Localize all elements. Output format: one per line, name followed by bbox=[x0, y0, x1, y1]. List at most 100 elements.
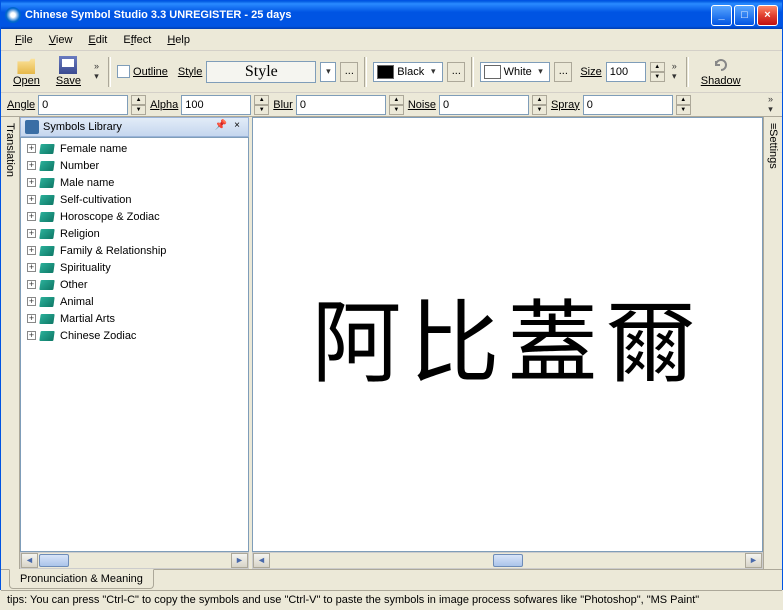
toolbar-overflow-1[interactable]: »▾ bbox=[91, 61, 102, 82]
menu-view[interactable]: View bbox=[41, 31, 81, 49]
close-button[interactable]: × bbox=[757, 5, 778, 26]
menu-edit[interactable]: Edit bbox=[80, 31, 115, 49]
tree-item[interactable]: + Spirituality bbox=[23, 259, 246, 276]
expand-icon[interactable]: + bbox=[27, 331, 36, 340]
toolbar-overflow-3[interactable]: »▾ bbox=[765, 94, 776, 115]
open-folder-icon bbox=[17, 56, 35, 74]
save-disk-icon bbox=[59, 56, 77, 74]
tree-item-label: Spirituality bbox=[60, 262, 111, 274]
expand-icon[interactable]: + bbox=[27, 297, 36, 306]
panel-close-button[interactable]: × bbox=[230, 120, 244, 134]
blur-spinner[interactable]: ▲▼ bbox=[389, 95, 404, 115]
tree-item-label: Male name bbox=[60, 177, 114, 189]
tree-item-label: Horoscope & Zodiac bbox=[60, 211, 160, 223]
expand-icon[interactable]: + bbox=[27, 178, 36, 187]
noise-label: Noise bbox=[408, 99, 436, 111]
book-icon bbox=[40, 160, 56, 172]
pronunciation-tab[interactable]: Pronunciation & Meaning bbox=[9, 569, 154, 589]
tree-item[interactable]: +Martial Arts bbox=[23, 310, 246, 327]
blur-label: Blur bbox=[273, 99, 293, 111]
expand-icon[interactable]: + bbox=[27, 195, 36, 204]
spray-input[interactable]: 0 bbox=[583, 95, 673, 115]
expand-icon[interactable]: + bbox=[27, 229, 36, 238]
tree-item-label: Family & Relationship bbox=[60, 245, 166, 257]
toolbar-overflow-2[interactable]: »▾ bbox=[669, 61, 680, 82]
expand-icon[interactable]: + bbox=[27, 280, 36, 289]
color2-more-button[interactable]: ... bbox=[554, 62, 572, 82]
save-label: Save bbox=[56, 75, 81, 87]
tree-item[interactable]: +Chinese Zodiac bbox=[23, 327, 246, 344]
noise-input[interactable]: 0 bbox=[439, 95, 529, 115]
tree-item[interactable]: + Other bbox=[23, 276, 246, 293]
size-label: Size bbox=[580, 66, 601, 78]
style-dropdown[interactable]: ▾ bbox=[320, 62, 336, 82]
alpha-label: Alpha bbox=[150, 99, 178, 111]
scroll-right-button[interactable]: ► bbox=[231, 553, 248, 568]
scroll-thumb[interactable] bbox=[493, 554, 523, 567]
book-icon bbox=[40, 194, 56, 206]
scroll-left-button[interactable]: ◄ bbox=[21, 553, 38, 568]
style-more-button[interactable]: ... bbox=[340, 62, 358, 82]
minimize-button[interactable]: _ bbox=[711, 5, 732, 26]
save-button[interactable]: Save bbox=[50, 54, 87, 89]
menu-help[interactable]: Help bbox=[159, 31, 198, 49]
canvas[interactable]: 阿比蓋爾 bbox=[252, 117, 763, 552]
size-input[interactable]: 100 bbox=[606, 62, 646, 82]
tree-item[interactable]: +Self-cultivation bbox=[23, 191, 246, 208]
alpha-spinner[interactable]: ▲▼ bbox=[254, 95, 269, 115]
expand-icon[interactable]: + bbox=[27, 314, 36, 323]
scroll-thumb[interactable] bbox=[39, 554, 69, 567]
bottom-tabs: Pronunciation & Meaning bbox=[1, 569, 782, 590]
angle-spinner[interactable]: ▲▼ bbox=[131, 95, 146, 115]
main-area: Translation Symbols Library 📌 × +Female … bbox=[1, 117, 782, 569]
scroll-right-button[interactable]: ► bbox=[745, 553, 762, 568]
menu-effect[interactable]: Effect bbox=[115, 31, 159, 49]
size-spinner[interactable]: ▲▼ bbox=[650, 62, 665, 82]
alpha-input[interactable]: 100 bbox=[181, 95, 251, 115]
tree-item-label: Number bbox=[60, 160, 99, 172]
noise-spinner[interactable]: ▲▼ bbox=[532, 95, 547, 115]
angle-input[interactable]: 0 bbox=[38, 95, 128, 115]
color2-dropdown[interactable]: White ▾ bbox=[480, 62, 550, 82]
color1-more-button[interactable]: ... bbox=[447, 62, 465, 82]
scroll-left-button[interactable]: ◄ bbox=[253, 553, 270, 568]
tree-item[interactable]: + Family & Relationship bbox=[23, 242, 246, 259]
expand-icon[interactable]: + bbox=[27, 263, 36, 272]
book-icon bbox=[40, 228, 56, 240]
tree-item[interactable]: + Female name bbox=[23, 140, 246, 157]
tree-item-label: Other bbox=[60, 279, 88, 291]
tree-item[interactable]: +Animal bbox=[23, 293, 246, 310]
symbols-tree[interactable]: + Female name + Number + Male name +Self-culti… bbox=[20, 137, 249, 552]
open-button[interactable]: Open bbox=[7, 54, 46, 89]
expand-icon[interactable]: + bbox=[27, 246, 36, 255]
sidebar-hscroll[interactable]: ◄ ► bbox=[20, 552, 249, 569]
tree-item[interactable]: + Horoscope & Zodiac bbox=[23, 208, 246, 225]
color1-swatch bbox=[377, 65, 394, 79]
expand-icon[interactable]: + bbox=[27, 161, 36, 170]
expand-icon[interactable]: + bbox=[27, 212, 36, 221]
book-icon bbox=[40, 245, 56, 257]
sidebar: Symbols Library 📌 × +Female name+Number+… bbox=[20, 117, 252, 569]
tree-item[interactable]: + Male name bbox=[23, 174, 246, 191]
tree-item-label: Female name bbox=[60, 143, 127, 155]
expand-icon[interactable]: + bbox=[27, 144, 36, 153]
translation-tab[interactable]: Translation bbox=[1, 117, 20, 569]
blur-input[interactable]: 0 bbox=[296, 95, 386, 115]
tree-item[interactable]: + Number bbox=[23, 157, 246, 174]
maximize-button[interactable]: □ bbox=[734, 5, 755, 26]
shadow-button[interactable]: Shadow bbox=[695, 54, 747, 89]
separator bbox=[471, 57, 474, 87]
outline-checkbox[interactable]: Outline bbox=[117, 65, 168, 78]
undo-arrow-icon bbox=[712, 56, 730, 74]
tree-item[interactable]: +Religion bbox=[23, 225, 246, 242]
style-preview[interactable]: Style bbox=[206, 61, 316, 83]
toolbar-params: Angle 0 ▲▼ Alpha 100 ▲▼ Blur 0 ▲▼ Noise … bbox=[1, 93, 782, 117]
book-icon bbox=[40, 143, 56, 155]
spray-spinner[interactable]: ▲▼ bbox=[676, 95, 691, 115]
color1-dropdown[interactable]: Black ▾ bbox=[373, 62, 443, 82]
panel-pin-button[interactable]: 📌 bbox=[214, 120, 228, 134]
canvas-hscroll[interactable]: ◄ ► bbox=[252, 552, 763, 569]
settings-tab[interactable]: ≡ Settings bbox=[763, 117, 782, 569]
menu-file[interactable]: File bbox=[7, 31, 41, 49]
book-icon bbox=[40, 330, 56, 342]
